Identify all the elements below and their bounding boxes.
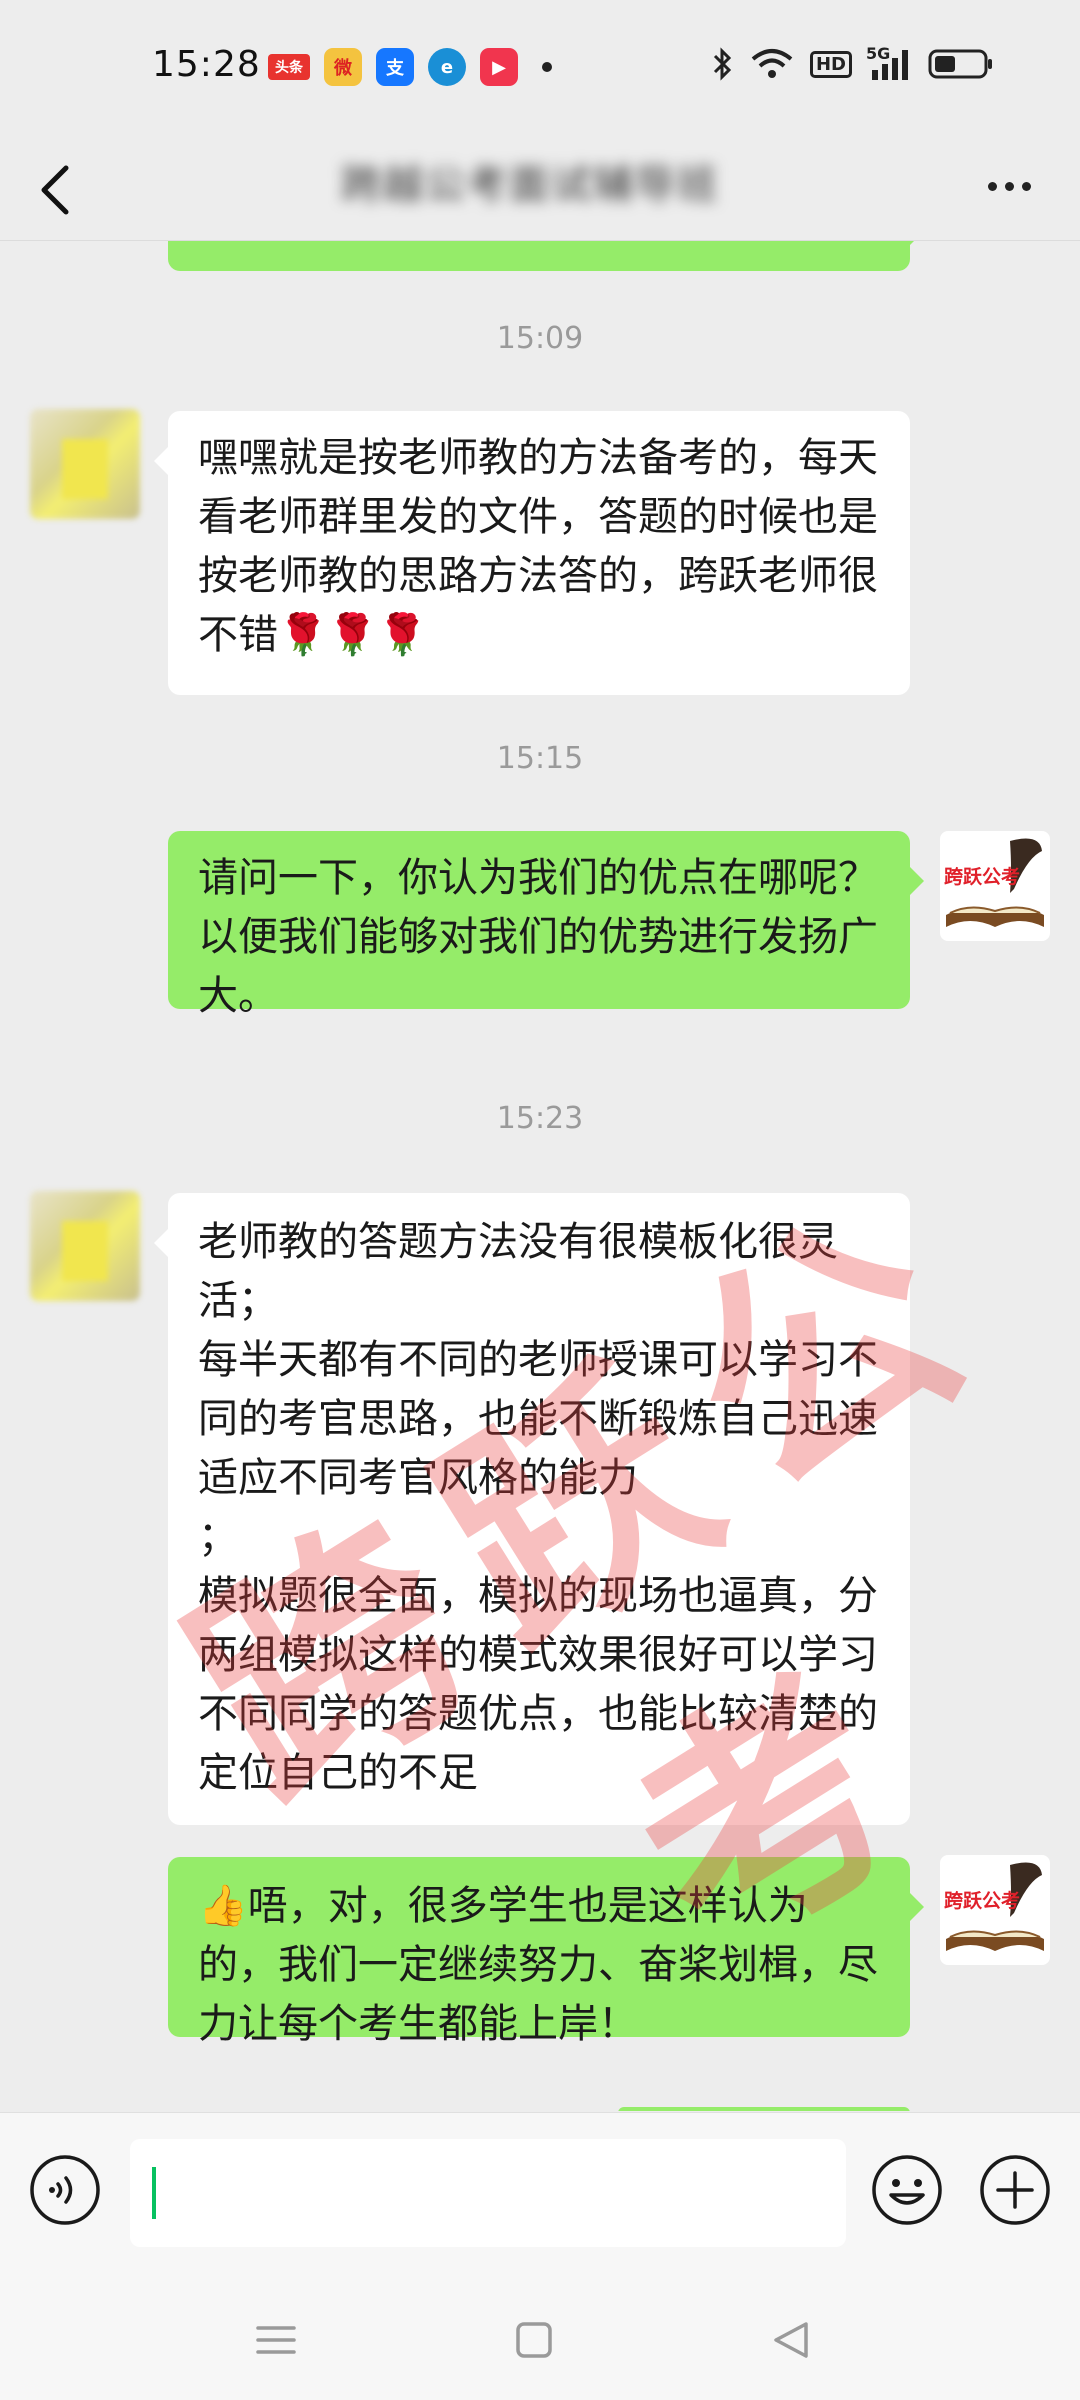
brand-avatar[interactable]: 跨跃公考 [940,1855,1050,1965]
menu-nav-button[interactable] [246,2310,306,2370]
brand-avatar-text: 跨跃公考 [944,866,1020,888]
timestamp: 15:09 [496,321,584,356]
more-notifications-dot [542,62,552,72]
home-nav-button[interactable] [504,2310,564,2370]
hd-label: HD [809,50,852,78]
notification-icons: 头条 微 支 e ▶ [268,48,552,86]
bluetooth-icon [712,44,734,84]
menu-icon [256,2326,296,2354]
voice-icon [30,2155,100,2225]
message-text: 嘿嘿就是按老师教的方法备考的，每天看老师群里发的文件，答题的时候也是按老师教的思… [198,435,878,658]
timestamp: 15:23 [496,1101,584,1136]
message-text: ，不同卡，👍 [198,241,880,250]
chat-screen: 15:28 头条 微 支 e ▶ HD 5G 跨越公考面试辅导班 15:09 嘿… [0,0,1080,2400]
message-bubble[interactable]: 嘿嘿就是按老师教的方法备考的，每天看老师群里发的文件，答题的时候也是按老师教的思… [154,411,910,695]
message-input[interactable] [130,2139,846,2247]
message-bubble-partial-next [618,2107,910,2111]
emoji-button[interactable] [870,2153,944,2227]
message-bubble[interactable]: 请问一下，你认为我们的优点在哪呢？以便我们能够对我们的优势进行发扬广大。 [168,831,924,1019]
system-icons: HD 5G [712,44,994,84]
weibo-icon: 微 [324,48,362,86]
wifi-icon [750,44,794,84]
text-cursor [152,2167,156,2219]
timestamp: 15:15 [496,741,584,776]
more-dot [1004,181,1014,191]
hd-icon: HD [809,44,852,84]
input-bar [0,2112,1080,2281]
emoji-icon [872,2155,942,2225]
message-bubble-partial[interactable]: ，不同卡，👍 [168,241,924,271]
network-label: 5G [866,44,891,63]
message-bubble[interactable]: 👍唔，对，很多学生也是这样认为的，我们一定继续努力、奋桨划楫，尽力让每个考生都能… [168,1857,924,2047]
more-dot [1021,181,1031,191]
brand-avatar[interactable]: 跨跃公考 [940,831,1050,941]
status-bar: 15:28 头条 微 支 e ▶ HD 5G [0,0,1080,130]
system-navigation-bar [0,2280,1080,2400]
edge-icon: e [428,48,466,86]
plus-icon [980,2155,1050,2225]
chevron-left-icon [41,165,69,215]
video-icon: ▶ [480,48,518,86]
message-text: 老师教的答题方法没有很模板化很灵活； 每半天都有不同的老师授课可以学习不同的考官… [198,1219,878,1796]
back-nav-button[interactable] [762,2310,822,2370]
message-text: 👍唔，对，很多学生也是这样认为的，我们一定继续努力、奋桨划楫，尽力让每个考生都能… [198,1883,878,2047]
chat-title: 跨越公考面试辅导班 [341,162,719,208]
voice-button[interactable] [28,2153,102,2227]
home-square-icon [516,2322,552,2358]
toutiao-icon: 头条 [268,54,310,80]
back-button[interactable] [30,150,90,220]
chat-header: 跨越公考面试辅导班 [0,130,1080,241]
message-text: 请问一下，你认为我们的优点在哪呢？以便我们能够对我们的优势进行发扬广大。 [198,855,878,1019]
status-time: 15:28 [152,44,261,85]
cellular-signal-icon: 5G [866,44,912,84]
brand-avatar-text: 跨跃公考 [944,1890,1020,1912]
contact-avatar[interactable] [30,409,140,519]
message-list[interactable]: ，不同卡，👍 15:09 嘿嘿就是按老师教的方法备考的，每天看老师群里发的文件，… [0,241,1080,2111]
message-bubble[interactable]: 老师教的答题方法没有很模板化很灵活； 每半天都有不同的老师授课可以学习不同的考官… [154,1193,910,1825]
alipay-icon: 支 [376,48,414,86]
more-dot [987,181,997,191]
more-functions-button[interactable] [978,2153,1052,2227]
contact-avatar[interactable] [30,1191,140,1301]
back-triangle-icon [774,2322,808,2358]
more-button[interactable] [974,158,1044,214]
battery-icon [928,44,994,84]
